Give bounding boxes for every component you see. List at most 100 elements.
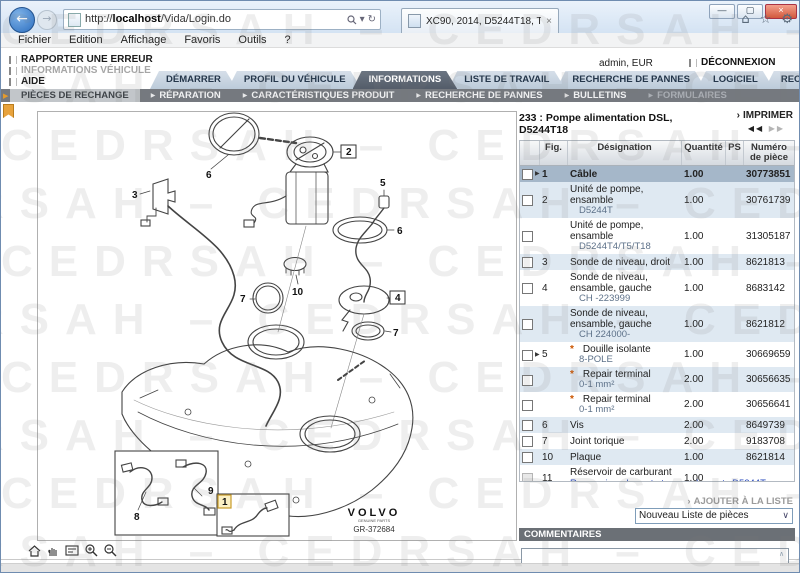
table-row[interactable]: ▶1Câble1.0030773851: [520, 166, 794, 182]
row-checkbox[interactable]: [522, 436, 533, 447]
designation-text: Vis: [570, 420, 584, 431]
menu-item[interactable]: Outils: [229, 34, 275, 46]
browser-tab[interactable]: XC90, 2014, D5244T18, TF-8... ×: [401, 8, 559, 33]
tab-title[interactable]: XC90, 2014, D5244T18, TF-8...: [426, 16, 541, 27]
scroll-up-icon[interactable]: ∧: [779, 550, 784, 558]
row-select-cell: [520, 417, 540, 433]
row-select-cell: [520, 316, 540, 332]
address-bar[interactable]: http://localhost/Vida/Login.do ▾ ↻: [63, 9, 381, 30]
tab-close-icon[interactable]: ×: [546, 16, 552, 27]
forward-button[interactable]: →: [37, 10, 57, 30]
table-row[interactable]: 11Réservoir de carburantReservoir carbur…: [520, 465, 794, 482]
pager-prev-icon[interactable]: ◀◀: [748, 124, 764, 133]
row-select-cell: [520, 192, 540, 208]
parts-table-header: Fig. Désignation Quantité PS Numéro de p…: [520, 141, 794, 166]
table-row[interactable]: 10Plaque1.008621814: [520, 449, 794, 465]
expand-arrow-icon[interactable]: ▶: [535, 350, 540, 359]
table-row[interactable]: ▶5*Douille isolante8-POLE1.0030669659: [520, 342, 794, 367]
sub-tab-label: RECHERCHE DE PANNES: [425, 90, 543, 101]
sub-tab[interactable]: ▶RECHERCHE DE PANNES: [405, 89, 553, 102]
parts-list-select[interactable]: Nouveau Liste de pièces ∨: [635, 508, 793, 524]
diagram-panel[interactable]: 6 2 3 5 6 10 7 4 7 8 9 1: [37, 111, 517, 541]
print-label: IMPRIMER: [743, 110, 793, 121]
row-checkbox[interactable]: [522, 195, 533, 206]
table-row[interactable]: *Repair terminal0-1 mm²2.0030656641: [520, 392, 794, 417]
row-checkbox[interactable]: [522, 350, 533, 361]
designation-text: Réservoir de carburant: [570, 467, 672, 478]
expand-arrow-icon[interactable]: ▶: [535, 169, 540, 178]
minimize-button[interactable]: —: [709, 4, 735, 19]
row-checkbox[interactable]: [522, 420, 533, 431]
main-tab[interactable]: INFORMATIONS: [353, 71, 458, 89]
table-row[interactable]: Unité de pompe, ensambleD5244T4/T5/T181.…: [520, 218, 794, 254]
main-tab-bar: DÉMARRERPROFIL DU VÉHICULEINFORMATIONSLI…: [159, 71, 800, 89]
search-icon[interactable]: [347, 15, 357, 25]
row-checkbox[interactable]: [522, 257, 533, 268]
back-button[interactable]: ←: [9, 7, 35, 33]
pan-hand-icon[interactable]: [47, 545, 59, 557]
header-link-label: AIDE: [21, 76, 45, 87]
callout-6a: 6: [206, 170, 212, 181]
sub-tab[interactable]: ▶CARACTÉRISTIQUES PRODUIT: [232, 89, 406, 102]
designation-cell: Réservoir de carburantReservoir carburan…: [568, 465, 682, 482]
favorites-star-icon[interactable]: ☆: [760, 12, 772, 27]
designation-line: Sonde de niveau, ensamble, gauche: [570, 272, 680, 294]
main-tab[interactable]: LISTE DE TRAVAIL: [448, 71, 565, 89]
table-row[interactable]: 3Sonde de niveau, droit1.008621813: [520, 254, 794, 270]
menu-item[interactable]: Affichage: [112, 34, 176, 46]
logout-link[interactable]: DÉCONNEXION: [689, 57, 775, 68]
sub-tab[interactable]: ▶RÉPARATION: [140, 89, 232, 102]
main-tab[interactable]: PROFIL DU VÉHICULE: [228, 71, 362, 89]
print-link[interactable]: ›IMPRIMER: [737, 110, 793, 121]
home-icon[interactable]: ⌂: [741, 12, 749, 27]
row-checkbox[interactable]: [522, 319, 533, 330]
zoom-out-icon[interactable]: [104, 544, 117, 557]
row-checkbox[interactable]: [522, 283, 533, 294]
add-to-list-link[interactable]: ›AJOUTER À LA LISTE: [687, 496, 793, 507]
row-checkbox[interactable]: [522, 400, 533, 411]
table-row[interactable]: *Repair terminal0-1 mm²2.0030656635: [520, 367, 794, 392]
table-row[interactable]: 2Unité de pompe, ensambleD5244T1.0030761…: [520, 182, 794, 218]
designation-subtext: 0-1 mm²: [570, 380, 680, 390]
main-tab[interactable]: DÉMARRER: [150, 71, 237, 89]
callout-8: 8: [134, 512, 140, 523]
related-document-link[interactable]: Reservoir carburant et raccordements D52…: [570, 478, 680, 482]
menu-item[interactable]: Fichier: [9, 34, 60, 46]
row-checkbox[interactable]: [522, 231, 533, 242]
search-dropdown-icon[interactable]: ▾: [360, 10, 365, 29]
fit-view-icon[interactable]: [65, 545, 79, 556]
menu-item[interactable]: ?: [276, 34, 300, 46]
home-icon[interactable]: [28, 545, 41, 557]
link-arrow-icon: ›: [737, 110, 740, 121]
sub-tab[interactable]: ▶BULLETINS: [554, 89, 638, 102]
menu-item[interactable]: Edition: [60, 34, 112, 46]
main-tab[interactable]: LOGICIEL: [697, 71, 774, 89]
menu-item[interactable]: Favoris: [175, 34, 229, 46]
callout-9: 9: [208, 486, 214, 497]
gear-icon[interactable]: ⚙: [781, 12, 793, 27]
designation-subtext: CH -223999: [570, 294, 680, 304]
main-tab[interactable]: RECHERCHE DE PANNES: [556, 71, 706, 89]
url-text[interactable]: http://localhost/Vida/Login.do: [85, 10, 343, 29]
designation-cell: Unité de pompe, ensambleD5244T: [568, 182, 682, 218]
pager-next-icon[interactable]: ▶▶: [769, 124, 785, 133]
zoom-in-icon[interactable]: [85, 544, 98, 557]
table-row[interactable]: 4Sonde de niveau, ensamble, gaucheCH -22…: [520, 270, 794, 306]
ps: [726, 198, 744, 202]
row-checkbox[interactable]: [522, 169, 533, 180]
header-link[interactable]: AIDE: [9, 76, 153, 87]
table-row[interactable]: 7Joint torique2.009183708: [520, 433, 794, 449]
row-checkbox[interactable]: [522, 375, 533, 386]
ps: [726, 286, 744, 290]
table-row[interactable]: 6Vis2.008649739: [520, 417, 794, 433]
parts-diagram: 6 2 3 5 6 10 7 4 7 8 9 1: [38, 112, 514, 538]
sub-tab[interactable]: PIÈCES DE RECHANGE: [10, 89, 140, 102]
url-host: localhost: [113, 13, 161, 25]
main-tab[interactable]: RECHERCHER: [765, 71, 800, 89]
refresh-icon[interactable]: ↻: [368, 10, 376, 29]
header-link[interactable]: RAPPORTER UNE ERREUR: [9, 54, 153, 65]
designation-text: Sonde de niveau, ensamble, gauche: [570, 308, 652, 330]
row-checkbox[interactable]: [522, 452, 533, 463]
table-row[interactable]: Sonde de niveau, ensamble, gaucheCH 2240…: [520, 306, 794, 342]
quantity: 2.00: [682, 418, 726, 433]
